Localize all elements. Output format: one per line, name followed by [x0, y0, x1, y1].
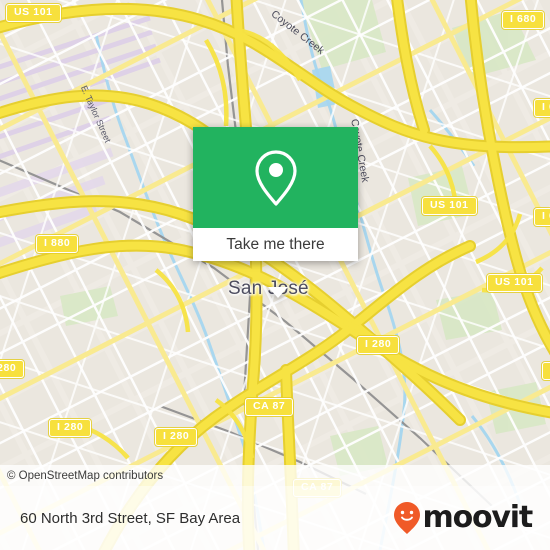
footer-bar: 60 North 3rd Street, SF Bay Area moovit — [0, 486, 550, 550]
highway-shield-ca87-c: CA 87 — [245, 398, 294, 416]
highway-shield-us101-se: US 101 — [487, 274, 542, 292]
osm-attribution-text: © OpenStreetMap contributors — [7, 469, 164, 482]
highway-shield-i280-eedge: I 280 — [542, 362, 550, 380]
map-attribution-bar: © OpenStreetMap contributors — [0, 465, 550, 486]
callout-pointer — [268, 287, 288, 298]
take-me-there-label: Take me there — [226, 235, 325, 253]
callout-cta-area[interactable]: Take me there — [193, 228, 358, 261]
highway-shield-i880-w: I 880 — [36, 235, 79, 253]
address-label: 60 North 3rd Street, SF Bay Area — [20, 509, 241, 527]
highway-shield-i280-c: I 280 — [357, 336, 400, 354]
callout-pin-area — [193, 127, 358, 228]
highway-shield-i280-sw2: I 280 — [155, 428, 198, 446]
highway-shield-i680-e2: I 680 — [534, 208, 550, 226]
highway-shield-i280-wedge: I 280 — [0, 360, 25, 378]
moovit-smiley-pin-icon — [393, 502, 420, 534]
highway-shield-i280-sw1: I 280 — [49, 419, 92, 437]
destination-callout-card[interactable]: Take me there — [193, 127, 358, 298]
moovit-map-page: Coyote Creek Coyote Creek E. Taylor Stre… — [0, 0, 550, 550]
highway-shield-i680-e1: I 680 — [534, 99, 550, 117]
highway-shield-us101-nw: US 101 — [6, 4, 61, 22]
moovit-wordmark: moovit — [422, 500, 534, 535]
moovit-logo[interactable]: moovit — [392, 500, 534, 535]
highway-shield-us101-e: US 101 — [422, 197, 477, 215]
map-pin-icon — [254, 149, 297, 206]
highway-shield-i680-ne: I 680 — [502, 11, 545, 29]
